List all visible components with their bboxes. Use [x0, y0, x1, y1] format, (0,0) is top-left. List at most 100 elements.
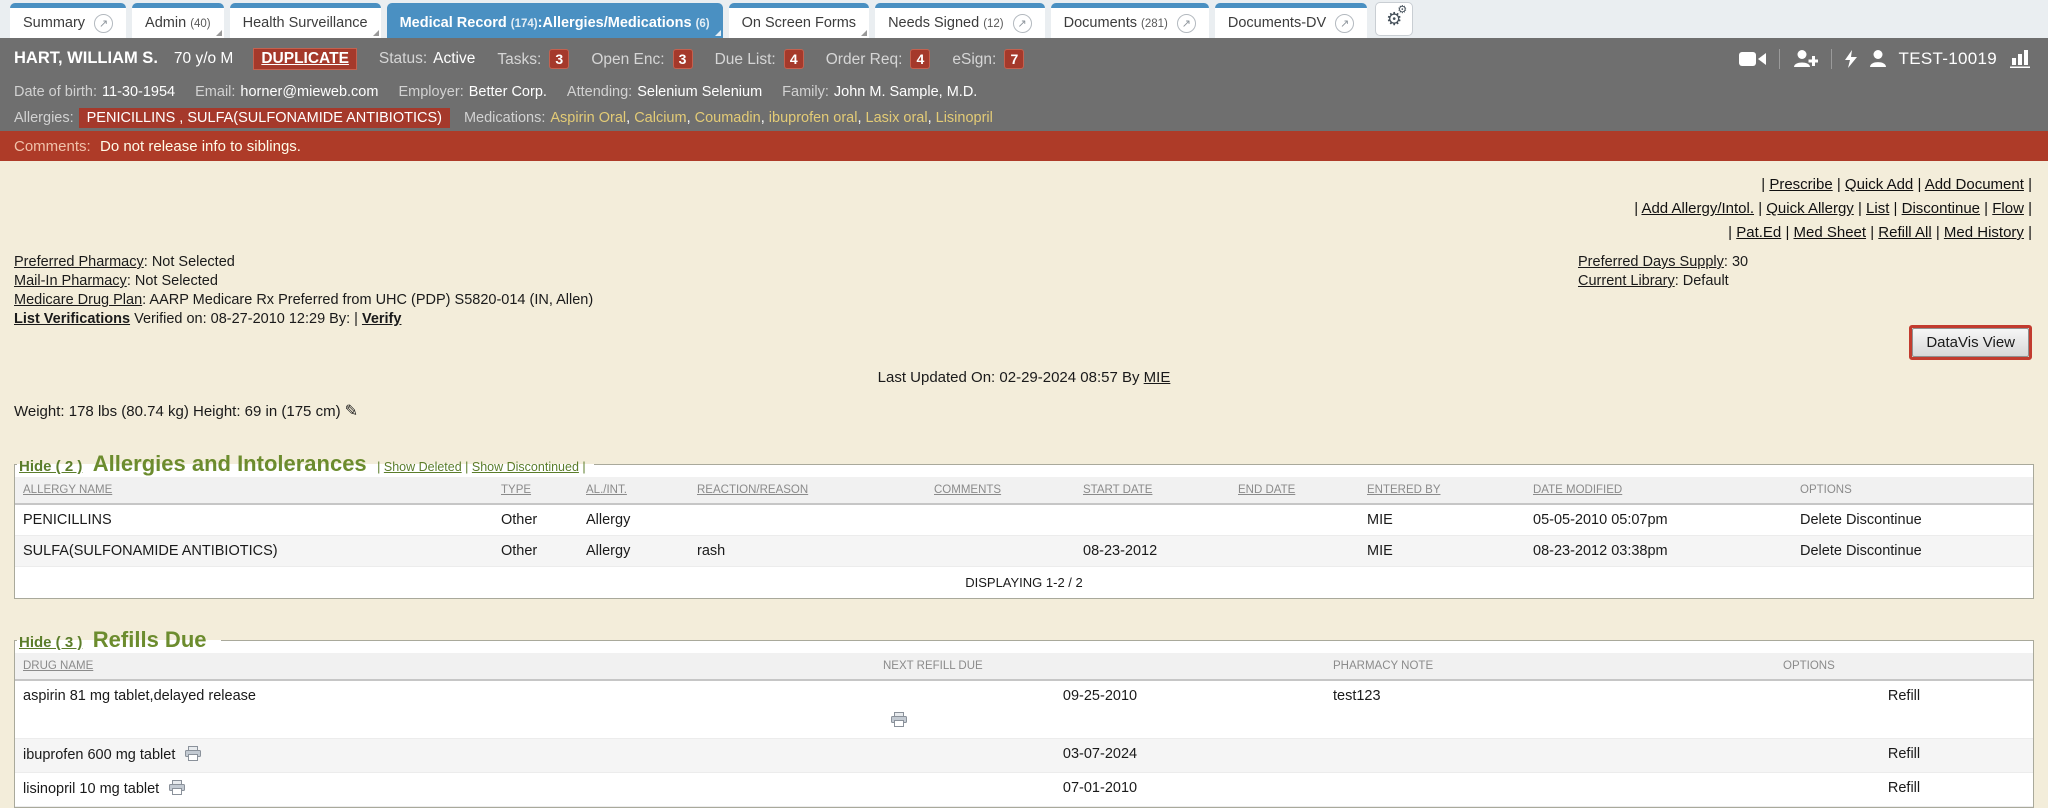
refills-hide-link[interactable]: Hide ( 3 ): [19, 634, 82, 651]
allergy-comments-cell: [926, 536, 1075, 567]
stat-count-badge[interactable]: 3: [673, 49, 693, 69]
action-link[interactable]: Med History: [1944, 224, 2024, 241]
allergies-hide-link[interactable]: Hide ( 2 ): [19, 458, 82, 475]
medication-link[interactable]: Lasix oral: [866, 110, 928, 126]
duplicate-flag[interactable]: DUPLICATE: [253, 48, 357, 70]
drug-name-cell[interactable]: aspirin 81 mg tablet,delayed release: [15, 680, 875, 739]
section-link[interactable]: Show Discontinued: [472, 460, 579, 474]
patient-header-bar: HART, WILLIAM S. 70 y/o M DUPLICATE Stat…: [0, 38, 2048, 79]
refill-option-cell[interactable]: Refill: [1775, 739, 2033, 773]
stat-count-badge[interactable]: 3: [549, 49, 569, 69]
current-library-label[interactable]: Current Library: [1578, 273, 1675, 289]
print-icon[interactable]: [185, 746, 201, 765]
refill-option-cell[interactable]: Refill: [1775, 680, 2033, 739]
action-link[interactable]: Pat.Ed: [1736, 224, 1781, 241]
action-link[interactable]: Med Sheet: [1794, 224, 1867, 241]
column-header[interactable]: REACTION/REASON: [689, 477, 926, 504]
pharmacy-line-label[interactable]: Medicare Drug Plan: [14, 292, 142, 308]
external-link-icon[interactable]: ↗: [1335, 14, 1354, 33]
patient-name: HART, WILLIAM S.: [14, 49, 158, 68]
action-link[interactable]: Quick Allergy: [1766, 200, 1854, 217]
stat-count-badge[interactable]: 4: [784, 49, 804, 69]
refills-table-header: DRUG NAMENEXT REFILL DUEPHARMACY NOTEOPT…: [15, 653, 2033, 680]
action-link[interactable]: Add Document: [1925, 176, 2024, 193]
allergy-row: SULFA(SULFONAMIDE ANTIBIOTICS)OtherAller…: [15, 536, 2033, 567]
patient-stat: Tasks: 3: [475, 49, 569, 69]
datavis-view-button[interactable]: DataVis View: [1912, 328, 2029, 357]
medication-link[interactable]: ibuprofen oral: [769, 110, 858, 126]
tab[interactable]: Documents (281) ↗: [1051, 3, 1209, 38]
action-link[interactable]: Refill All: [1878, 224, 1931, 241]
datavis-highlight-box: DataVis View: [1909, 325, 2032, 360]
column-header[interactable]: START DATE: [1075, 477, 1230, 504]
medication-link[interactable]: Lisinopril: [936, 110, 993, 126]
tab[interactable]: Needs Signed (12) ↗: [875, 3, 1045, 38]
column-header[interactable]: ENTERED BY: [1359, 477, 1525, 504]
flowsheet-chart-icon[interactable]: [2010, 49, 2032, 68]
medications-list[interactable]: Aspirin Oral, Calcium, Coumadin, ibuprof…: [550, 110, 993, 126]
person-icon[interactable]: [1870, 50, 1886, 67]
external-link-icon[interactable]: ↗: [1177, 14, 1196, 33]
column-header[interactable]: COMMENTS: [926, 477, 1075, 504]
lightning-icon[interactable]: [1845, 50, 1857, 68]
stat-label: eSign:: [952, 51, 996, 68]
action-link[interactable]: Quick Add: [1845, 176, 1913, 193]
allergy-options-cell[interactable]: Delete Discontinue: [1792, 504, 2033, 536]
medications-label: Medications:: [464, 110, 545, 126]
medication-link[interactable]: Coumadin: [695, 110, 761, 126]
medication-link[interactable]: Aspirin Oral: [550, 110, 626, 126]
pharmacy-line-label[interactable]: Mail-In Pharmacy: [14, 273, 127, 289]
drug-name-cell[interactable]: ibuprofen 600 mg tablet: [15, 739, 875, 773]
tab[interactable]: On Screen Forms: [729, 3, 869, 38]
add-person-icon[interactable]: [1793, 50, 1818, 67]
tab[interactable]: Summary ↗: [10, 3, 126, 38]
tab[interactable]: Medical Record (174):Allergies/Medicatio…: [387, 3, 723, 38]
column-header[interactable]: ALLERGY NAME: [15, 477, 493, 504]
video-call-icon[interactable]: [1739, 51, 1766, 67]
allergy-reaction-cell: rash: [689, 536, 926, 567]
field-value: 11-30-1954: [102, 84, 175, 100]
verify-link[interactable]: Verify: [362, 311, 402, 327]
tab[interactable]: Health Surveillance: [230, 3, 381, 38]
tab[interactable]: Documents-DV ↗: [1215, 3, 1367, 38]
section-link[interactable]: Show Deleted: [384, 460, 462, 474]
stat-label: Tasks:: [497, 51, 541, 68]
action-link[interactable]: Flow: [1992, 200, 2024, 217]
list-verifications-link[interactable]: List Verifications: [14, 311, 130, 327]
list-verifications-line: List Verifications Verified on: 08-27-20…: [0, 310, 2048, 329]
column-header[interactable]: DATE MODIFIED: [1525, 477, 1792, 504]
action-link[interactable]: Add Allergy/Intol.: [1641, 200, 1754, 217]
settings-gears-icon[interactable]: ⚙⚙: [1375, 2, 1413, 36]
column-header: NEXT REFILL DUE: [875, 653, 1325, 680]
preferred-days-supply-value: 30: [1732, 254, 1748, 270]
refill-option-cell[interactable]: Refill: [1775, 773, 2033, 807]
allergy-date-modified-cell: 08-23-2012 03:38pm: [1525, 536, 1792, 567]
drug-name-cell[interactable]: lisinopril 10 mg tablet: [15, 773, 875, 807]
column-header[interactable]: DRUG NAME: [15, 653, 875, 680]
action-link[interactable]: List: [1866, 200, 1889, 217]
stat-count-badge[interactable]: 4: [910, 49, 930, 69]
external-link-icon[interactable]: ↗: [1013, 14, 1032, 33]
allergy-end-date-cell: [1230, 536, 1359, 567]
column-header[interactable]: AL./INT.: [578, 477, 689, 504]
column-header[interactable]: END DATE: [1230, 477, 1359, 504]
action-link-line: | Add Allergy/Intol. | Quick Allergy | L…: [0, 197, 2032, 221]
tab-label: Documents-DV: [1228, 15, 1326, 31]
action-link[interactable]: Prescribe: [1769, 176, 1832, 193]
last-updated-by-link[interactable]: MIE: [1144, 369, 1171, 386]
column-header[interactable]: TYPE: [493, 477, 578, 504]
allergies-banner[interactable]: PENICILLINS , SULFA(SULFONAMIDE ANTIBIOT…: [79, 108, 450, 128]
allergies-paging: DISPLAYING 1-2 / 2: [15, 567, 2033, 599]
print-icon[interactable]: [169, 780, 185, 799]
edit-vitals-icon[interactable]: ✎: [345, 403, 358, 420]
tab[interactable]: Admin (40): [132, 3, 224, 38]
action-link[interactable]: Discontinue: [1902, 200, 1980, 217]
external-link-icon[interactable]: ↗: [94, 14, 113, 33]
preferred-days-supply-label[interactable]: Preferred Days Supply: [1578, 254, 1724, 270]
stat-count-badge[interactable]: 7: [1004, 49, 1024, 69]
pharmacy-line-label[interactable]: Preferred Pharmacy: [14, 254, 144, 270]
print-icon[interactable]: [891, 712, 907, 731]
allergy-options-cell[interactable]: Delete Discontinue: [1792, 536, 2033, 567]
medication-link[interactable]: Calcium: [634, 110, 686, 126]
patient-stat: Open Enc:3: [569, 49, 692, 69]
